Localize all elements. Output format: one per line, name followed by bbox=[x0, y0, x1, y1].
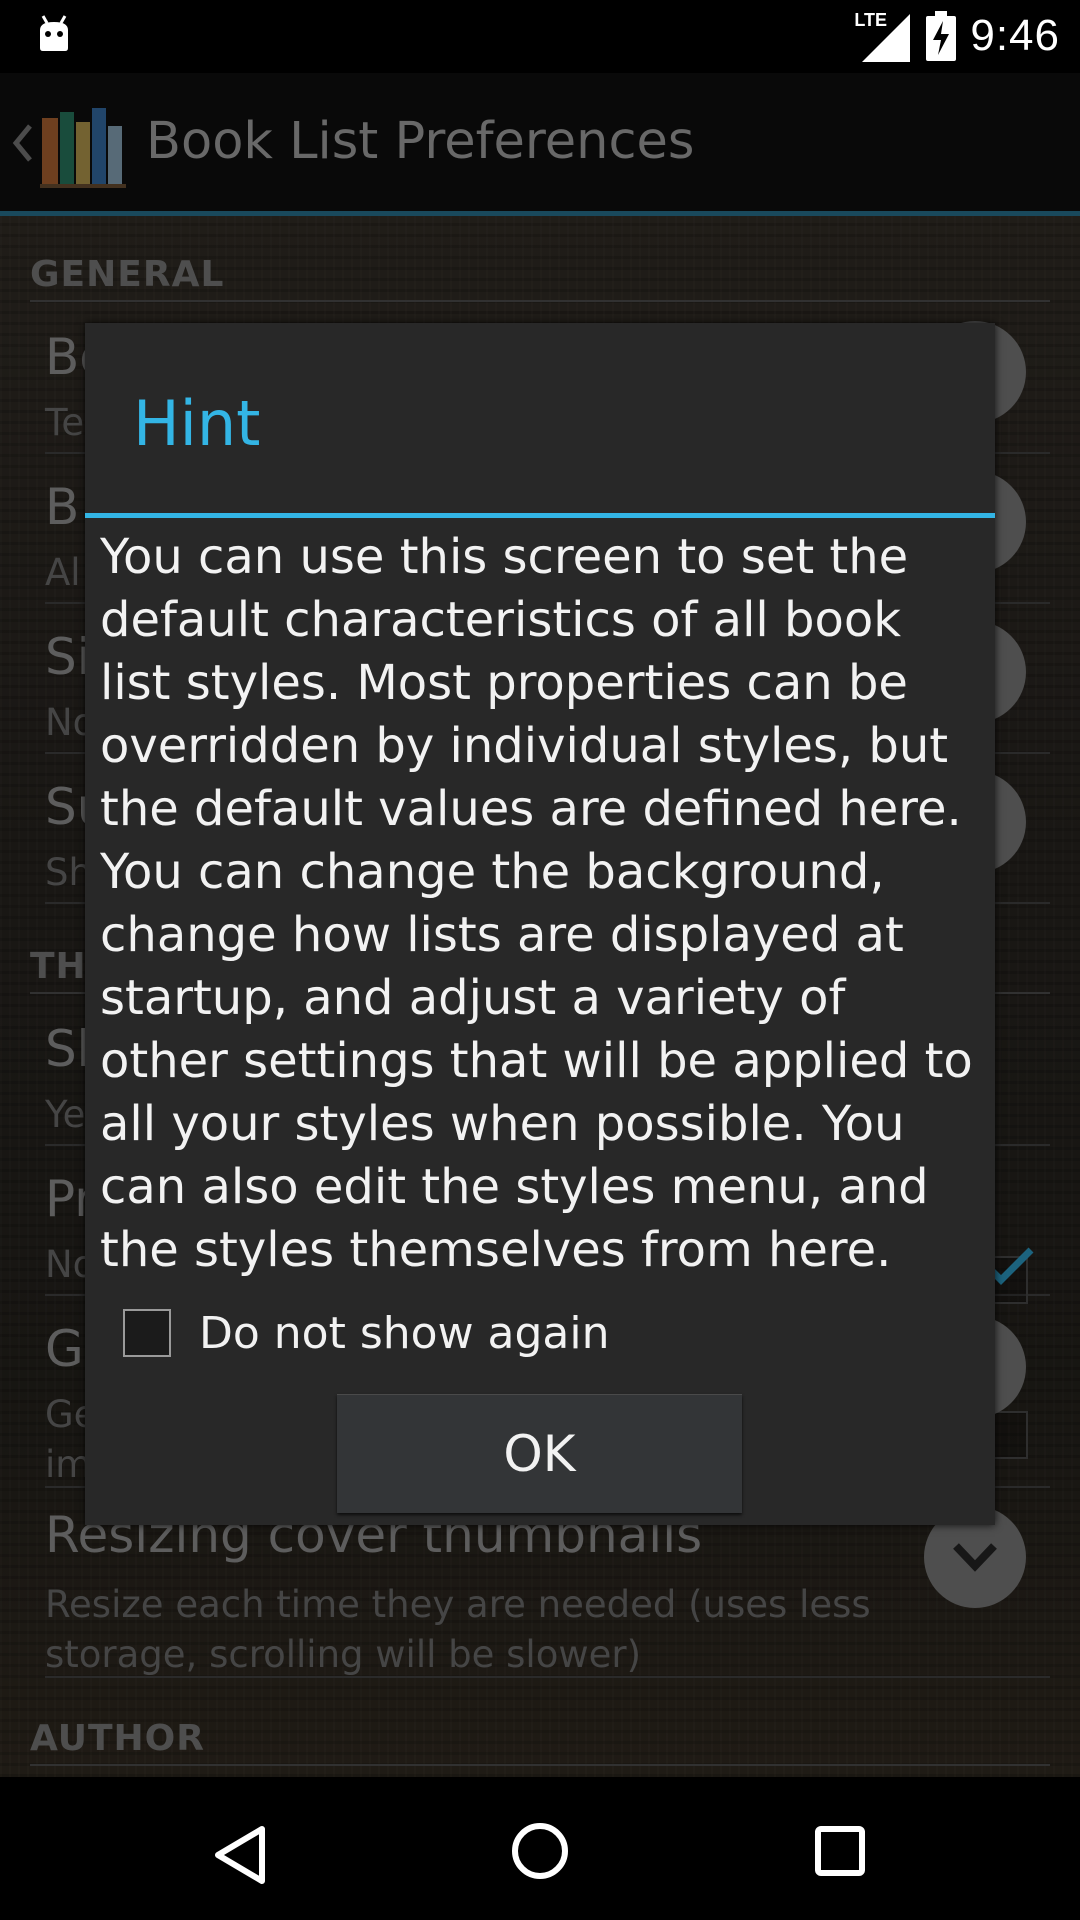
ok-button[interactable]: OK bbox=[337, 1394, 742, 1513]
dialog-title-divider bbox=[85, 513, 995, 518]
status-time: 9:46 bbox=[970, 11, 1060, 60]
hint-dialog: Hint You can use this screen to set the … bbox=[85, 323, 995, 1525]
battery-charging-icon bbox=[926, 11, 957, 61]
do-not-show-again-row[interactable]: Do not show again bbox=[123, 1303, 610, 1363]
dialog-message: You can use this screen to set the defau… bbox=[100, 529, 973, 1278]
home-icon[interactable] bbox=[510, 1821, 570, 1881]
android-notification-icon bbox=[40, 15, 68, 51]
dialog-title: Hint bbox=[133, 387, 261, 460]
back-icon[interactable] bbox=[212, 1825, 268, 1885]
do-not-show-again-label[interactable]: Do not show again bbox=[199, 1308, 610, 1359]
status-bar: LTE 9:46 bbox=[0, 0, 1080, 73]
recents-icon[interactable] bbox=[814, 1825, 866, 1877]
lte-signal-icon: LTE bbox=[854, 8, 912, 64]
screen: LTE 9:46 Book List Preferences GENERAL B… bbox=[0, 0, 1080, 1920]
navigation-bar bbox=[0, 1777, 1080, 1920]
status-icons: LTE 9:46 bbox=[854, 8, 1060, 64]
do-not-show-again-checkbox[interactable] bbox=[123, 1309, 171, 1357]
